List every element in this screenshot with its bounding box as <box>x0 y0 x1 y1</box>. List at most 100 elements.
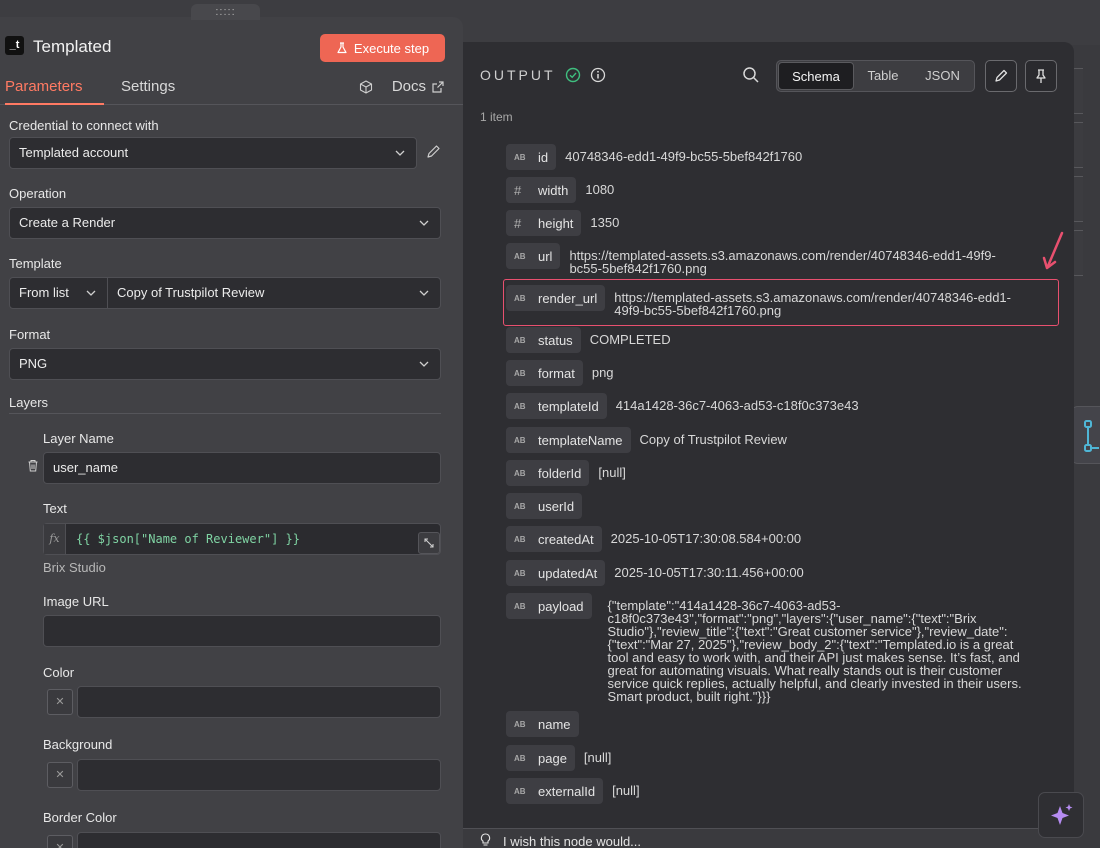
edit-credential-icon[interactable] <box>426 144 441 159</box>
payload-line: Smart product, built right."}}} <box>607 689 771 704</box>
field-pill[interactable]: AB createdAt <box>506 526 602 552</box>
schema-row-name[interactable]: AB name <box>506 711 579 737</box>
type-string-icon: AB <box>514 335 526 345</box>
color-input[interactable] <box>77 686 441 718</box>
pin-icon <box>1036 69 1046 83</box>
background-swatch[interactable]: ✕ <box>47 762 73 788</box>
field-key: render_url <box>538 290 598 306</box>
schema-row-created-at[interactable]: AB createdAt 2025-10-05T17:30:08.584+00:0… <box>506 526 801 552</box>
schema-row-status[interactable]: AB status COMPLETED <box>506 327 671 353</box>
view-table[interactable]: Table <box>855 61 911 91</box>
type-string-icon: AB <box>514 719 526 729</box>
template-label: Template <box>9 256 62 271</box>
field-pill[interactable]: AB userId <box>506 493 583 519</box>
pin-output-button[interactable] <box>1025 60 1057 92</box>
feedback-text: I wish this node would... <box>503 834 642 848</box>
field-value: Copy of Trustpilot Review <box>639 432 787 447</box>
field-value: 2025-10-05T17:30:11.456+00:00 <box>614 565 804 580</box>
docs-link[interactable]: Docs <box>392 78 444 95</box>
schema-row-template-id[interactable]: AB templateId 414a1428-36c7-4063-ad53-c18… <box>506 393 859 419</box>
workflow-connector-button[interactable] <box>1070 406 1100 464</box>
expand-icon <box>424 538 434 548</box>
schema-row-template-name[interactable]: AB templateName Copy of Trustpilot Review <box>506 427 787 453</box>
field-pill[interactable]: AB status <box>506 327 581 353</box>
expand-expression-button[interactable] <box>418 532 440 554</box>
border-color-swatch[interactable]: ✕ <box>47 835 73 848</box>
schema-row-folder-id[interactable]: AB folderId [null] <box>506 460 626 486</box>
type-number-icon: # <box>514 215 522 231</box>
field-pill[interactable]: # width <box>506 177 577 203</box>
field-pill[interactable]: AB externalId <box>506 778 604 804</box>
payload-value: {"template":"414a1428-36c7-4063-ad53- c1… <box>608 599 1022 703</box>
field-pill[interactable]: # height <box>506 210 582 236</box>
schema-row-width[interactable]: # width 1080 <box>506 177 614 203</box>
annotation-arrow-icon <box>1042 231 1064 270</box>
background-input[interactable] <box>77 759 441 791</box>
schema-row-format[interactable]: AB format png <box>506 360 614 386</box>
schema-row-external-id[interactable]: AB externalId [null] <box>506 778 640 804</box>
search-icon[interactable] <box>742 66 760 84</box>
view-schema[interactable]: Schema <box>778 62 854 90</box>
schema-row-user-id[interactable]: AB userId <box>506 493 583 519</box>
panel-drag-handle[interactable]: ::::: <box>191 4 260 20</box>
view-toggle: Schema Table JSON <box>776 60 975 92</box>
schema-row-render-url[interactable]: AB render_url https://templated-assets.s3… <box>506 285 1011 317</box>
field-key: templateName <box>538 432 623 448</box>
image-url-label: Image URL <box>43 594 109 609</box>
view-json[interactable]: JSON <box>911 61 974 91</box>
field-pill[interactable]: AB name <box>506 711 579 737</box>
execute-step-button[interactable]: Execute step <box>320 34 445 62</box>
field-pill[interactable]: AB updatedAt <box>506 560 606 586</box>
field-key: userId <box>538 498 575 514</box>
schema-row-updated-at[interactable]: AB updatedAt 2025-10-05T17:30:11.456+00:0… <box>506 560 804 586</box>
field-pill[interactable]: AB templateName <box>506 427 631 453</box>
field-key: createdAt <box>538 531 594 547</box>
field-value: 40748346-edd1-49f9-bc55-5bef842f1760 <box>565 149 803 164</box>
field-pill[interactable]: AB page <box>506 745 575 771</box>
layer-name-value: user_name <box>53 460 119 475</box>
field-value: [null] <box>612 783 640 798</box>
credential-select[interactable]: Templated account <box>9 137 417 169</box>
cube-icon[interactable] <box>359 80 373 94</box>
field-value: 1080 <box>585 182 615 197</box>
layers-label: Layers <box>9 395 49 410</box>
field-key: id <box>538 149 549 165</box>
operation-select[interactable]: Create a Render <box>9 207 441 239</box>
tab-settings[interactable]: Settings <box>121 78 175 105</box>
format-select[interactable]: PNG <box>9 348 441 380</box>
field-pill[interactable]: AB payload <box>506 593 592 619</box>
field-pill[interactable]: AB id <box>506 144 557 170</box>
field-value: [null] <box>598 465 626 480</box>
type-number-icon: # <box>514 182 522 198</box>
edit-output-button[interactable] <box>985 60 1017 92</box>
info-icon[interactable] <box>590 67 606 83</box>
feedback-bar[interactable]: I wish this node would... <box>463 828 1074 848</box>
border-color-input[interactable] <box>77 832 441 848</box>
field-pill[interactable]: AB templateId <box>506 393 607 419</box>
template-select[interactable]: Copy of Trustpilot Review <box>107 277 441 309</box>
schema-row-page[interactable]: AB page [null] <box>506 745 611 771</box>
image-url-input[interactable] <box>43 615 441 647</box>
trash-icon[interactable] <box>27 459 39 472</box>
ai-assistant-button[interactable] <box>1038 792 1084 838</box>
background-label: Background <box>43 737 113 752</box>
schema-row-payload[interactable]: AB payload {"template":"414a1428-36c7-406… <box>506 593 1022 703</box>
border-color-label: Border Color <box>43 810 117 825</box>
type-string-icon: AB <box>514 786 526 796</box>
text-expression-input[interactable]: fx {{ $json["Name of Reviewer"] }} <box>43 523 441 555</box>
field-key: name <box>538 716 571 732</box>
field-pill[interactable]: AB folderId <box>506 460 590 486</box>
text-expression-value: {{ $json["Name of Reviewer"] }} <box>76 532 300 546</box>
schema-row-id[interactable]: AB id 40748346-edd1-49f9-bc55-5bef842f176… <box>506 144 802 170</box>
field-pill[interactable]: AB render_url <box>506 285 606 311</box>
schema-row-height[interactable]: # height 1350 <box>506 210 619 236</box>
node-title[interactable]: Templated <box>33 37 111 57</box>
layer-name-input[interactable]: user_name <box>43 452 441 484</box>
field-pill[interactable]: AB url <box>506 243 561 269</box>
color-swatch[interactable]: ✕ <box>47 689 73 715</box>
tab-parameters[interactable]: Parameters <box>5 78 104 105</box>
template-mode-select[interactable]: From list <box>9 277 108 309</box>
field-value: COMPLETED <box>589 332 671 347</box>
field-pill[interactable]: AB format <box>506 360 583 386</box>
schema-row-url[interactable]: AB url https://templated-assets.s3.amazon… <box>506 243 996 275</box>
